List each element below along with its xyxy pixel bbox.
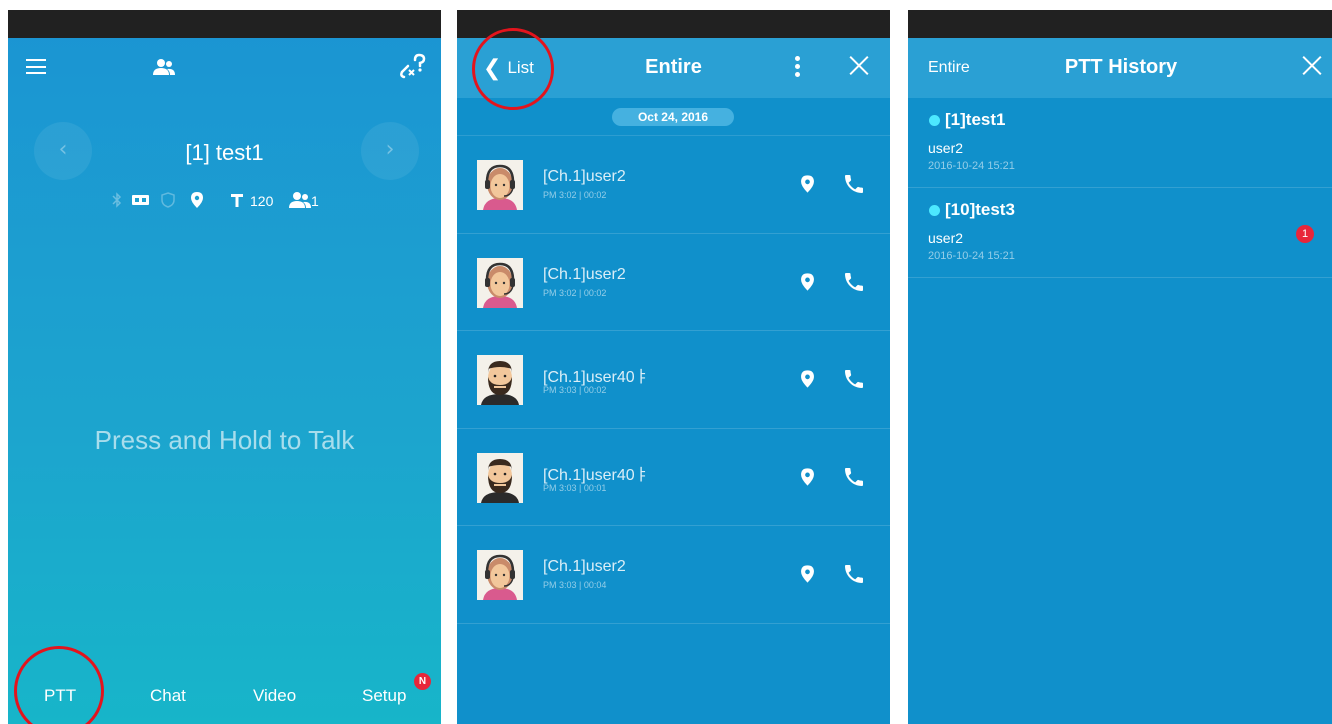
- status-bar: [908, 10, 1332, 38]
- list-item[interactable]: [Ch.1]user2 PM 3:02 | 00:02: [457, 136, 890, 234]
- channel-name: [10]test3: [945, 200, 1015, 219]
- channel-title: [1] test1: [185, 140, 264, 165]
- call-time-duration: PM 3:03 | 00:01: [543, 482, 607, 493]
- tab-chat[interactable]: Chat: [150, 686, 186, 706]
- call-time-duration: PM 3:03 | 00:02: [543, 385, 607, 395]
- list-item[interactable]: [Ch.1]user40ㅑ PM 3:03 | 00:02: [457, 331, 890, 429]
- woman-headset-avatar: [477, 550, 523, 600]
- ptt-screen: ‹ › [1] test1 120 1 Press and Hold to Ta…: [8, 10, 441, 724]
- caller-name: [Ch.1]user40ㅑ: [543, 466, 650, 484]
- bearded-man-avatar: [477, 355, 523, 405]
- phone-icon[interactable]: [842, 367, 866, 391]
- speaker-name: user2: [928, 230, 964, 246]
- location-pin-icon[interactable]: [800, 564, 815, 584]
- contacts-icon[interactable]: [153, 58, 175, 76]
- call-time-duration: PM 3:03 | 00:04: [543, 580, 607, 590]
- annotation-circle: [472, 28, 554, 110]
- history-list: [1]test1 user2 2016-10-24 15:21 [10]test…: [908, 98, 1332, 278]
- bluetooth-icon: [112, 192, 122, 208]
- timestamp: 2016-10-24 15:21: [928, 250, 1015, 262]
- list-item[interactable]: [Ch.1]user2 PM 3:02 | 00:02: [457, 234, 890, 331]
- status-icon-row: 120 1: [8, 190, 441, 212]
- caller-name: [Ch.1]user40ㅑ: [543, 369, 650, 386]
- list-item[interactable]: [Ch.1]user2 PM 3:03 | 00:04: [457, 526, 890, 624]
- unread-count-badge: 1: [1296, 225, 1314, 243]
- bearded-man-avatar: [477, 452, 523, 503]
- call-time-duration: PM 3:02 | 00:02: [543, 287, 607, 298]
- users-icon: [289, 192, 311, 208]
- battery-icon: [132, 195, 149, 205]
- list-item[interactable]: [Ch.1]user40ㅑ PM 3:03 | 00:01: [457, 429, 890, 526]
- tab-setup[interactable]: Setup: [362, 686, 406, 706]
- location-pin-icon[interactable]: [800, 467, 815, 487]
- hamburger-menu-icon[interactable]: [26, 59, 46, 74]
- call-time-duration: PM 3:02 | 00:02: [543, 190, 607, 200]
- ptt-header: [8, 38, 441, 96]
- online-dot-icon: [929, 115, 940, 126]
- setup-new-badge: N: [414, 673, 431, 690]
- phone-icon[interactable]: [842, 562, 866, 586]
- speaker-name: user2: [928, 140, 964, 156]
- location-pin-icon[interactable]: [800, 272, 815, 292]
- text-size-icon: [231, 194, 243, 207]
- press-to-talk-area[interactable]: Press and Hold to Talk: [8, 425, 441, 456]
- date-pill: Oct 24, 2016: [612, 108, 734, 126]
- more-options-icon[interactable]: [795, 56, 801, 78]
- unlink-question-icon[interactable]: [399, 52, 427, 80]
- phone-icon[interactable]: [842, 465, 866, 489]
- close-icon[interactable]: [848, 54, 870, 76]
- ptt-history-screen: Entire PTT History [1]test1 user2 2016-1…: [908, 10, 1332, 724]
- tab-video[interactable]: Video: [253, 686, 296, 706]
- history-header: Entire PTT History: [908, 38, 1332, 98]
- location-pin-icon: [191, 192, 203, 208]
- list-item[interactable]: [10]test3 user2 2016-10-24 15:21 1: [908, 188, 1332, 278]
- member-count: 1: [311, 193, 319, 209]
- channel-name: [1]test1: [945, 110, 1006, 129]
- call-log-screen: ❮ List Entire Oct 24, 2016 [Ch.1]user2 PM…: [457, 10, 890, 724]
- online-dot-icon: [929, 205, 940, 216]
- caller-name: [Ch.1]user2: [543, 558, 626, 575]
- shield-icon: [161, 192, 175, 208]
- timer-value: 120: [250, 193, 274, 209]
- call-log-list: [Ch.1]user2 PM 3:02 | 00:02 [Ch.1]user2 …: [457, 136, 890, 624]
- woman-headset-avatar: [477, 160, 523, 210]
- phone-icon[interactable]: [842, 172, 866, 196]
- caller-name: [Ch.1]user2: [543, 265, 626, 283]
- list-item[interactable]: [1]test1 user2 2016-10-24 15:21: [908, 98, 1332, 188]
- timestamp: 2016-10-24 15:21: [928, 160, 1015, 172]
- woman-headset-avatar: [477, 257, 523, 308]
- caller-name: [Ch.1]user2: [543, 168, 626, 185]
- phone-icon[interactable]: [842, 270, 866, 294]
- location-pin-icon[interactable]: [800, 174, 815, 194]
- page-title: PTT History: [1064, 56, 1178, 78]
- close-icon[interactable]: [1301, 54, 1323, 76]
- annotation-circle: [14, 646, 104, 724]
- status-bar: [8, 10, 441, 38]
- location-pin-icon[interactable]: [800, 369, 815, 389]
